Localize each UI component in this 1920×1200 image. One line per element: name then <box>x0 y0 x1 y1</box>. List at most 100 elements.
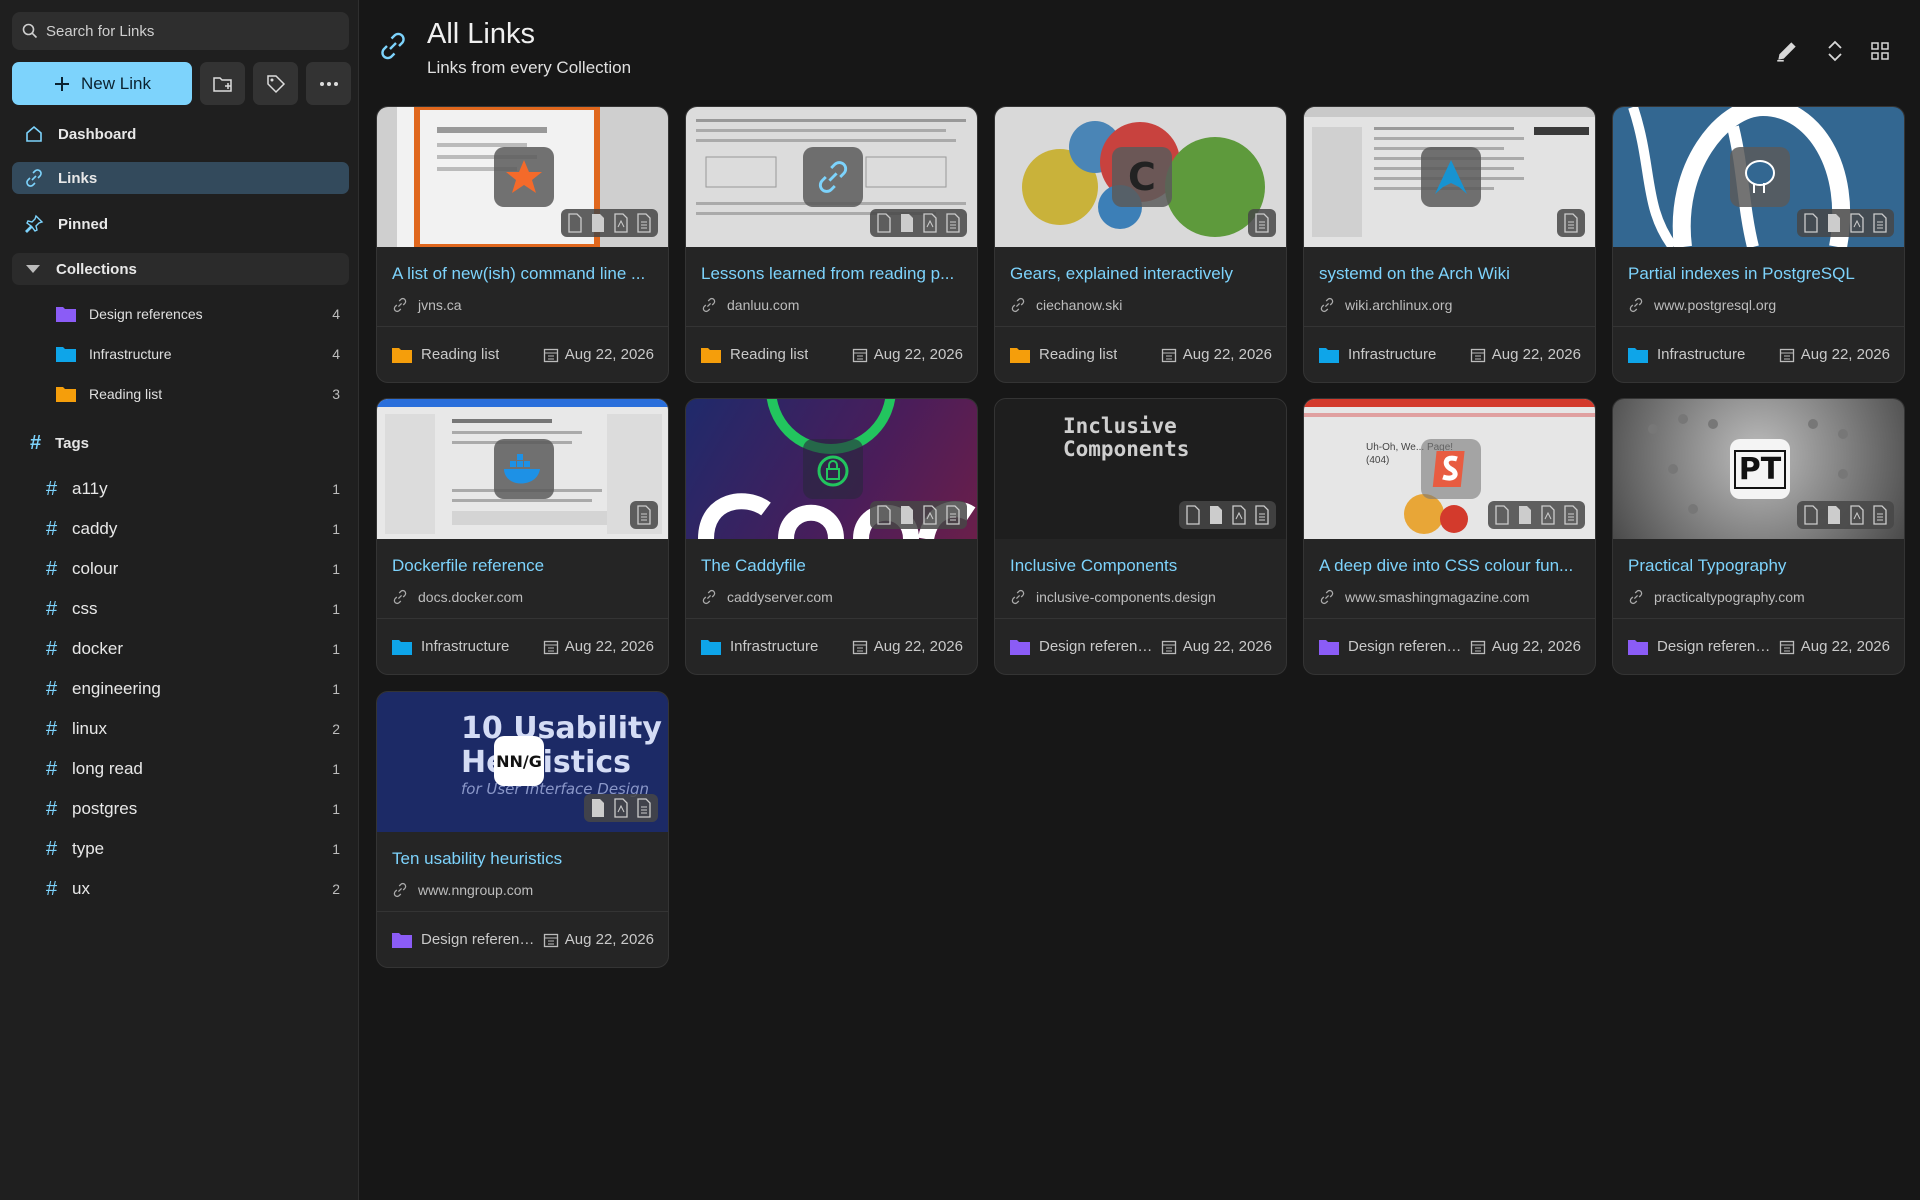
tag-item[interactable]: # colour 1 <box>46 554 340 584</box>
link-card[interactable]: systemd on the Arch Wiki wiki.archlinux.… <box>1303 106 1596 383</box>
link-url[interactable]: www.smashingmagazine.com <box>1319 589 1529 605</box>
link-title[interactable]: Gears, explained interactively <box>1010 264 1275 284</box>
readable-file-icon[interactable] <box>635 213 653 233</box>
link-title[interactable]: A deep dive into CSS colour fun... <box>1319 556 1584 576</box>
link-url[interactable]: docs.docker.com <box>392 589 523 605</box>
pdf-file-icon[interactable] <box>1539 505 1557 525</box>
image-file-icon[interactable] <box>1825 505 1843 525</box>
search-box[interactable] <box>12 12 349 50</box>
image-file-icon[interactable] <box>589 213 607 233</box>
link-card[interactable]: Uh-Oh, We... Page! (404) A deep dive int… <box>1303 398 1596 675</box>
tag-item[interactable]: # engineering 1 <box>46 674 340 704</box>
new-link-button[interactable]: New Link <box>12 62 192 105</box>
link-title[interactable]: Ten usability heuristics <box>392 849 657 869</box>
tag-item[interactable]: # docker 1 <box>46 634 340 664</box>
link-card[interactable]: Lessons learned from reading p... danluu… <box>685 106 978 383</box>
link-title[interactable]: Lessons learned from reading p... <box>701 264 966 284</box>
link-collection[interactable]: Design referenc... <box>1318 638 1463 656</box>
collection-item-reading-list[interactable]: Reading list 3 <box>55 379 340 409</box>
html-file-icon[interactable] <box>566 213 584 233</box>
search-input[interactable] <box>46 22 326 40</box>
link-url[interactable]: www.postgresql.org <box>1628 297 1776 313</box>
link-collection[interactable]: Design referenc... <box>1009 638 1154 656</box>
tags-heading[interactable]: # Tags <box>30 432 89 455</box>
readable-file-icon[interactable] <box>635 798 653 818</box>
link-url[interactable]: ciechanow.ski <box>1010 297 1122 313</box>
sort-icon[interactable] <box>1826 39 1844 63</box>
tag-item[interactable]: # a11y 1 <box>46 474 340 504</box>
link-title[interactable]: A list of new(ish) command line ... <box>392 264 657 284</box>
html-file-icon[interactable] <box>875 213 893 233</box>
new-tag-button[interactable] <box>253 62 298 105</box>
link-title[interactable]: systemd on the Arch Wiki <box>1319 264 1584 284</box>
link-card[interactable]: A list of new(ish) command line ... jvns… <box>376 106 669 383</box>
image-file-icon[interactable] <box>1825 213 1843 233</box>
link-collection[interactable]: Infrastructure <box>391 638 536 656</box>
readable-file-icon[interactable] <box>635 505 653 525</box>
link-card[interactable]: PT Practical Typography practicaltypogra… <box>1612 398 1905 675</box>
sidebar-item-links[interactable]: Links <box>12 162 349 194</box>
image-file-icon[interactable] <box>898 213 916 233</box>
pdf-file-icon[interactable] <box>612 798 630 818</box>
html-file-icon[interactable] <box>1802 505 1820 525</box>
collections-toggle[interactable]: Collections <box>12 253 349 285</box>
link-card[interactable]: C Gears, explained interactively ciechan… <box>994 106 1287 383</box>
tag-item[interactable]: # ux 2 <box>46 874 340 904</box>
readable-file-icon[interactable] <box>944 213 962 233</box>
link-url[interactable]: wiki.archlinux.org <box>1319 297 1452 313</box>
link-title[interactable]: Practical Typography <box>1628 556 1893 576</box>
more-options-button[interactable] <box>306 62 351 105</box>
tag-item[interactable]: # type 1 <box>46 834 340 864</box>
html-file-icon[interactable] <box>1184 505 1202 525</box>
pdf-file-icon[interactable] <box>1230 505 1248 525</box>
pdf-file-icon[interactable] <box>921 213 939 233</box>
link-url[interactable]: danluu.com <box>701 297 799 313</box>
link-collection[interactable]: Infrastructure <box>1318 346 1463 364</box>
pdf-file-icon[interactable] <box>1848 213 1866 233</box>
tag-item[interactable]: # css 1 <box>46 594 340 624</box>
readable-file-icon[interactable] <box>1871 213 1889 233</box>
sidebar-item-dashboard[interactable]: Dashboard <box>12 118 349 150</box>
image-file-icon[interactable] <box>589 798 607 818</box>
readable-file-icon[interactable] <box>1253 505 1271 525</box>
link-title[interactable]: The Caddyfile <box>701 556 966 576</box>
html-file-icon[interactable] <box>1493 505 1511 525</box>
readable-file-icon[interactable] <box>1871 505 1889 525</box>
image-file-icon[interactable] <box>1516 505 1534 525</box>
tag-item[interactable]: # postgres 1 <box>46 794 340 824</box>
tag-item[interactable]: # caddy 1 <box>46 514 340 544</box>
link-collection[interactable]: Infrastructure <box>1627 346 1772 364</box>
link-card[interactable]: Dockerfile reference docs.docker.com Inf… <box>376 398 669 675</box>
tag-item[interactable]: # linux 2 <box>46 714 340 744</box>
html-file-icon[interactable] <box>875 505 893 525</box>
link-url[interactable]: caddyserver.com <box>701 589 833 605</box>
link-card[interactable]: The Caddyfile caddyserver.com Infrastruc… <box>685 398 978 675</box>
link-collection[interactable]: Design referenc... <box>391 931 536 949</box>
link-url[interactable]: inclusive-components.design <box>1010 589 1216 605</box>
link-collection[interactable]: Reading list <box>391 346 536 364</box>
link-title[interactable]: Inclusive Components <box>1010 556 1275 576</box>
readable-file-icon[interactable] <box>1562 505 1580 525</box>
readable-file-icon[interactable] <box>944 505 962 525</box>
readable-file-icon[interactable] <box>1253 213 1271 233</box>
link-url[interactable]: jvns.ca <box>392 297 462 313</box>
link-card[interactable]: 10 Usability Heuristics for User Interfa… <box>376 691 669 968</box>
collection-item-design-references[interactable]: Design references 4 <box>55 299 340 329</box>
pdf-file-icon[interactable] <box>921 505 939 525</box>
html-file-icon[interactable] <box>1802 213 1820 233</box>
collection-item-infrastructure[interactable]: Infrastructure 4 <box>55 339 340 369</box>
image-file-icon[interactable] <box>898 505 916 525</box>
grid-view-icon[interactable] <box>1870 41 1890 61</box>
tag-item[interactable]: # long read 1 <box>46 754 340 784</box>
pdf-file-icon[interactable] <box>612 213 630 233</box>
link-url[interactable]: www.nngroup.com <box>392 882 533 898</box>
readable-file-icon[interactable] <box>1562 213 1580 233</box>
link-url[interactable]: practicaltypography.com <box>1628 589 1805 605</box>
link-collection[interactable]: Reading list <box>700 346 845 364</box>
sidebar-item-pinned[interactable]: Pinned <box>12 208 349 240</box>
link-title[interactable]: Partial indexes in PostgreSQL <box>1628 264 1893 284</box>
image-file-icon[interactable] <box>1207 505 1225 525</box>
link-collection[interactable]: Infrastructure <box>700 638 845 656</box>
link-collection[interactable]: Reading list <box>1009 346 1154 364</box>
link-collection[interactable]: Design referenc... <box>1627 638 1772 656</box>
